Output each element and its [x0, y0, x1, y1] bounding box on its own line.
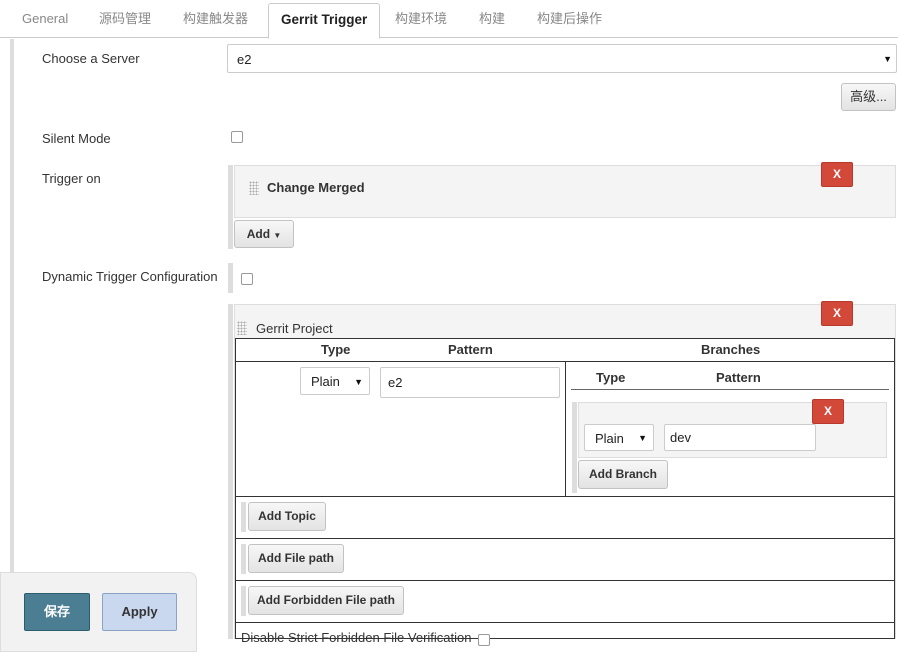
row-divider [235, 496, 895, 497]
advanced-button[interactable]: 高级... [841, 83, 896, 111]
project-indent-bar [228, 304, 233, 639]
delete-branch-button[interactable]: X [812, 399, 844, 424]
server-select[interactable]: e2 ▼ [227, 44, 897, 73]
silent-mode-checkbox[interactable] [231, 131, 243, 143]
dynamic-indent-bar [228, 263, 233, 293]
tab-build-triggers[interactable]: 构建触发器 [183, 0, 248, 38]
add-event-label: Add [246, 227, 271, 241]
add-forbidden-file-path-button[interactable]: Add Forbidden File path [248, 586, 404, 615]
server-value: e2 [237, 52, 252, 67]
forbidden-indent-bar [241, 586, 246, 616]
tab-source-control[interactable]: 源码管理 [99, 0, 151, 38]
dropdown-arrow-icon: ▼ [638, 433, 647, 443]
delete-event-button[interactable]: X [821, 162, 853, 187]
tab-build[interactable]: 构建 [479, 0, 505, 38]
row-divider [235, 580, 895, 581]
branch-type-select[interactable]: Plain ▼ [584, 424, 654, 451]
row-divider [235, 538, 895, 539]
add-branch-button[interactable]: Add Branch [578, 460, 668, 489]
disable-strict-label: Disable Strict Forbidden File Verificati… [241, 630, 472, 645]
delete-project-button[interactable]: X [821, 301, 853, 326]
branch-pattern-input[interactable]: dev [664, 424, 816, 451]
apply-button[interactable]: Apply [102, 593, 177, 631]
row-divider [235, 622, 895, 623]
project-type-select[interactable]: Plain ▼ [300, 367, 370, 395]
disable-strict-checkbox[interactable] [478, 634, 490, 646]
project-type-value: Plain [311, 374, 340, 389]
branch-pattern-value: dev [670, 430, 691, 445]
caret-down-icon: ▼ [273, 231, 282, 240]
branch-type-header: Type [596, 370, 626, 385]
branch-pattern-header: Pattern [716, 370, 761, 385]
change-merged-title: Change Merged [267, 180, 365, 195]
section-indent-bar [10, 39, 14, 639]
project-pattern-value: e2 [388, 375, 403, 390]
column-divider [565, 361, 566, 497]
branches-header: Branches [701, 342, 761, 357]
change-merged-panel: Change Merged [234, 165, 896, 218]
project-pattern-input[interactable]: e2 [380, 367, 560, 398]
project-pattern-header: Pattern [448, 342, 493, 357]
branch-header-divider [571, 389, 889, 390]
save-button[interactable]: 保存 [24, 593, 90, 631]
dropdown-arrow-icon: ▼ [354, 377, 363, 387]
gerrit-project-title: Gerrit Project [256, 321, 333, 336]
drag-handle-icon[interactable] [237, 321, 247, 335]
topic-indent-bar [241, 502, 246, 532]
dynamic-trigger-checkbox[interactable] [241, 273, 253, 285]
trigger-on-label: Trigger on [42, 171, 101, 186]
tab-general[interactable]: General [22, 0, 68, 38]
branch-type-value: Plain [595, 431, 624, 446]
config-tab-bar: General 源码管理 构建触发器 Gerrit Trigger 构建环境 构… [0, 0, 898, 39]
tab-gerrit-trigger[interactable]: Gerrit Trigger [268, 3, 381, 39]
dropdown-arrow-icon: ▼ [883, 54, 892, 64]
add-file-path-button[interactable]: Add File path [248, 544, 344, 573]
file-path-indent-bar [241, 544, 246, 574]
add-indent-bar [228, 218, 233, 249]
branch-indent-bar [572, 402, 577, 493]
drag-handle-icon[interactable] [249, 181, 259, 195]
add-topic-button[interactable]: Add Topic [248, 502, 326, 531]
trigger-indent-bar [228, 165, 233, 218]
tab-build-environment[interactable]: 构建环境 [395, 0, 447, 38]
silent-mode-label: Silent Mode [42, 131, 111, 146]
add-event-button[interactable]: Add ▼ [234, 220, 294, 248]
project-type-header: Type [321, 342, 351, 357]
dynamic-trigger-label: Dynamic Trigger Configuration [42, 269, 218, 284]
server-label: Choose a Server [42, 51, 140, 66]
tab-post-build[interactable]: 构建后操作 [537, 0, 602, 38]
